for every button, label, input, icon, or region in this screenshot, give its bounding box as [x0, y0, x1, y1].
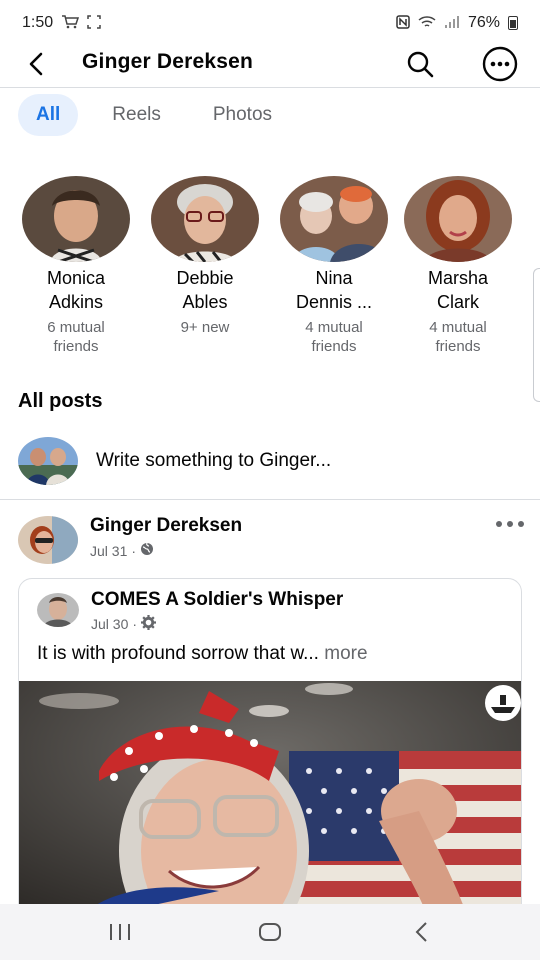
back-icon[interactable]: [402, 912, 442, 952]
tab-photos[interactable]: Photos: [195, 94, 290, 136]
friend-name-line1: Nina: [315, 268, 353, 288]
friend-name-line2: Adkins: [48, 292, 104, 312]
friend-sub-line1: 6 mutual: [47, 319, 105, 336]
post-options-icon[interactable]: [494, 514, 526, 534]
page-header: Ginger Dereksen: [0, 46, 540, 88]
status-bar: 1:50 76%: [0, 0, 540, 46]
tab-all[interactable]: All: [18, 94, 79, 136]
tab-reels[interactable]: Reels: [94, 94, 179, 136]
gear-icon: [141, 615, 157, 633]
friend-sub-line1: 4 mutual: [429, 319, 487, 336]
shared-post-author[interactable]: COMES A Soldier's Whisper: [91, 589, 343, 611]
status-time: 1:50: [22, 14, 54, 31]
shared-post-date: Jul 30: [91, 616, 129, 632]
post-composer[interactable]: Write something to Ginger...: [0, 436, 540, 500]
recents-icon[interactable]: [100, 912, 140, 952]
section-title: All posts: [18, 390, 103, 412]
shared-post-body: It is with profound sorrow that w...: [37, 643, 319, 664]
post-image[interactable]: [19, 681, 521, 917]
friend-sub-line2: friends: [53, 338, 99, 355]
friend-name-line2: Clark: [436, 292, 479, 312]
post-author[interactable]: Ginger Dereksen: [90, 515, 242, 537]
friend-name-line1: Debbie: [176, 268, 234, 288]
avatar: [37, 593, 79, 627]
battery-percent: 76%: [467, 14, 500, 31]
post-date: Jul 31: [90, 542, 128, 559]
nfc-icon: [396, 14, 410, 32]
meta-separator: ·: [132, 616, 138, 632]
friend-card[interactable]: Nina Dennis ... 4 mutual friends: [274, 176, 394, 356]
screenshot-icon: [87, 14, 101, 32]
page-title: Ginger Dereksen: [82, 50, 254, 73]
shared-post-meta: Jul 30 ·: [91, 615, 157, 633]
friend-sub-line1: 9+ new: [180, 319, 230, 336]
search-icon[interactable]: [404, 48, 436, 80]
system-navbar: [0, 904, 540, 960]
post-meta: Jul 31 ·: [90, 542, 154, 559]
see-more-link[interactable]: more: [324, 643, 367, 664]
avatar: [18, 437, 78, 485]
avatar: [404, 176, 512, 262]
composer-placeholder: Write something to Ginger...: [96, 450, 332, 471]
signal-icon: [444, 15, 460, 32]
globe-icon: [140, 542, 154, 559]
friend-name-line2: Ables: [182, 292, 228, 312]
friend-sub-line2: friends: [435, 338, 481, 355]
cart-icon: [61, 14, 80, 32]
wifi-icon: [418, 15, 436, 32]
scroll-indicator[interactable]: [533, 268, 540, 402]
home-icon[interactable]: [250, 912, 290, 952]
shared-post-card[interactable]: COMES A Soldier's Whisper Jul 30 · It is…: [18, 578, 522, 918]
filter-tabs: All Reels Photos: [18, 94, 306, 136]
battery-icon: [508, 16, 518, 30]
back-arrow-icon[interactable]: [20, 48, 52, 80]
friend-card[interactable]: Debbie Ables 9+ new: [145, 176, 265, 337]
friend-sub-line1: 4 mutual: [305, 319, 363, 336]
friend-card[interactable]: Marsha Clark 4 mutual friends: [398, 176, 518, 356]
more-icon[interactable]: [482, 46, 518, 82]
friend-name-line1: Marsha: [427, 268, 489, 288]
avatar[interactable]: [18, 516, 78, 564]
avatar: [22, 176, 130, 262]
friend-name-line2: Dennis ...: [295, 292, 373, 312]
friend-name-line1: Monica: [46, 268, 106, 288]
avatar: [151, 176, 259, 262]
meta-separator: ·: [131, 542, 137, 559]
friend-card[interactable]: Monica Adkins 6 mutual friends: [16, 176, 136, 356]
shared-post-text: It is with profound sorrow that w... mor…: [37, 643, 368, 665]
avatar: [280, 176, 388, 262]
friend-sub-line2: friends: [311, 338, 357, 355]
